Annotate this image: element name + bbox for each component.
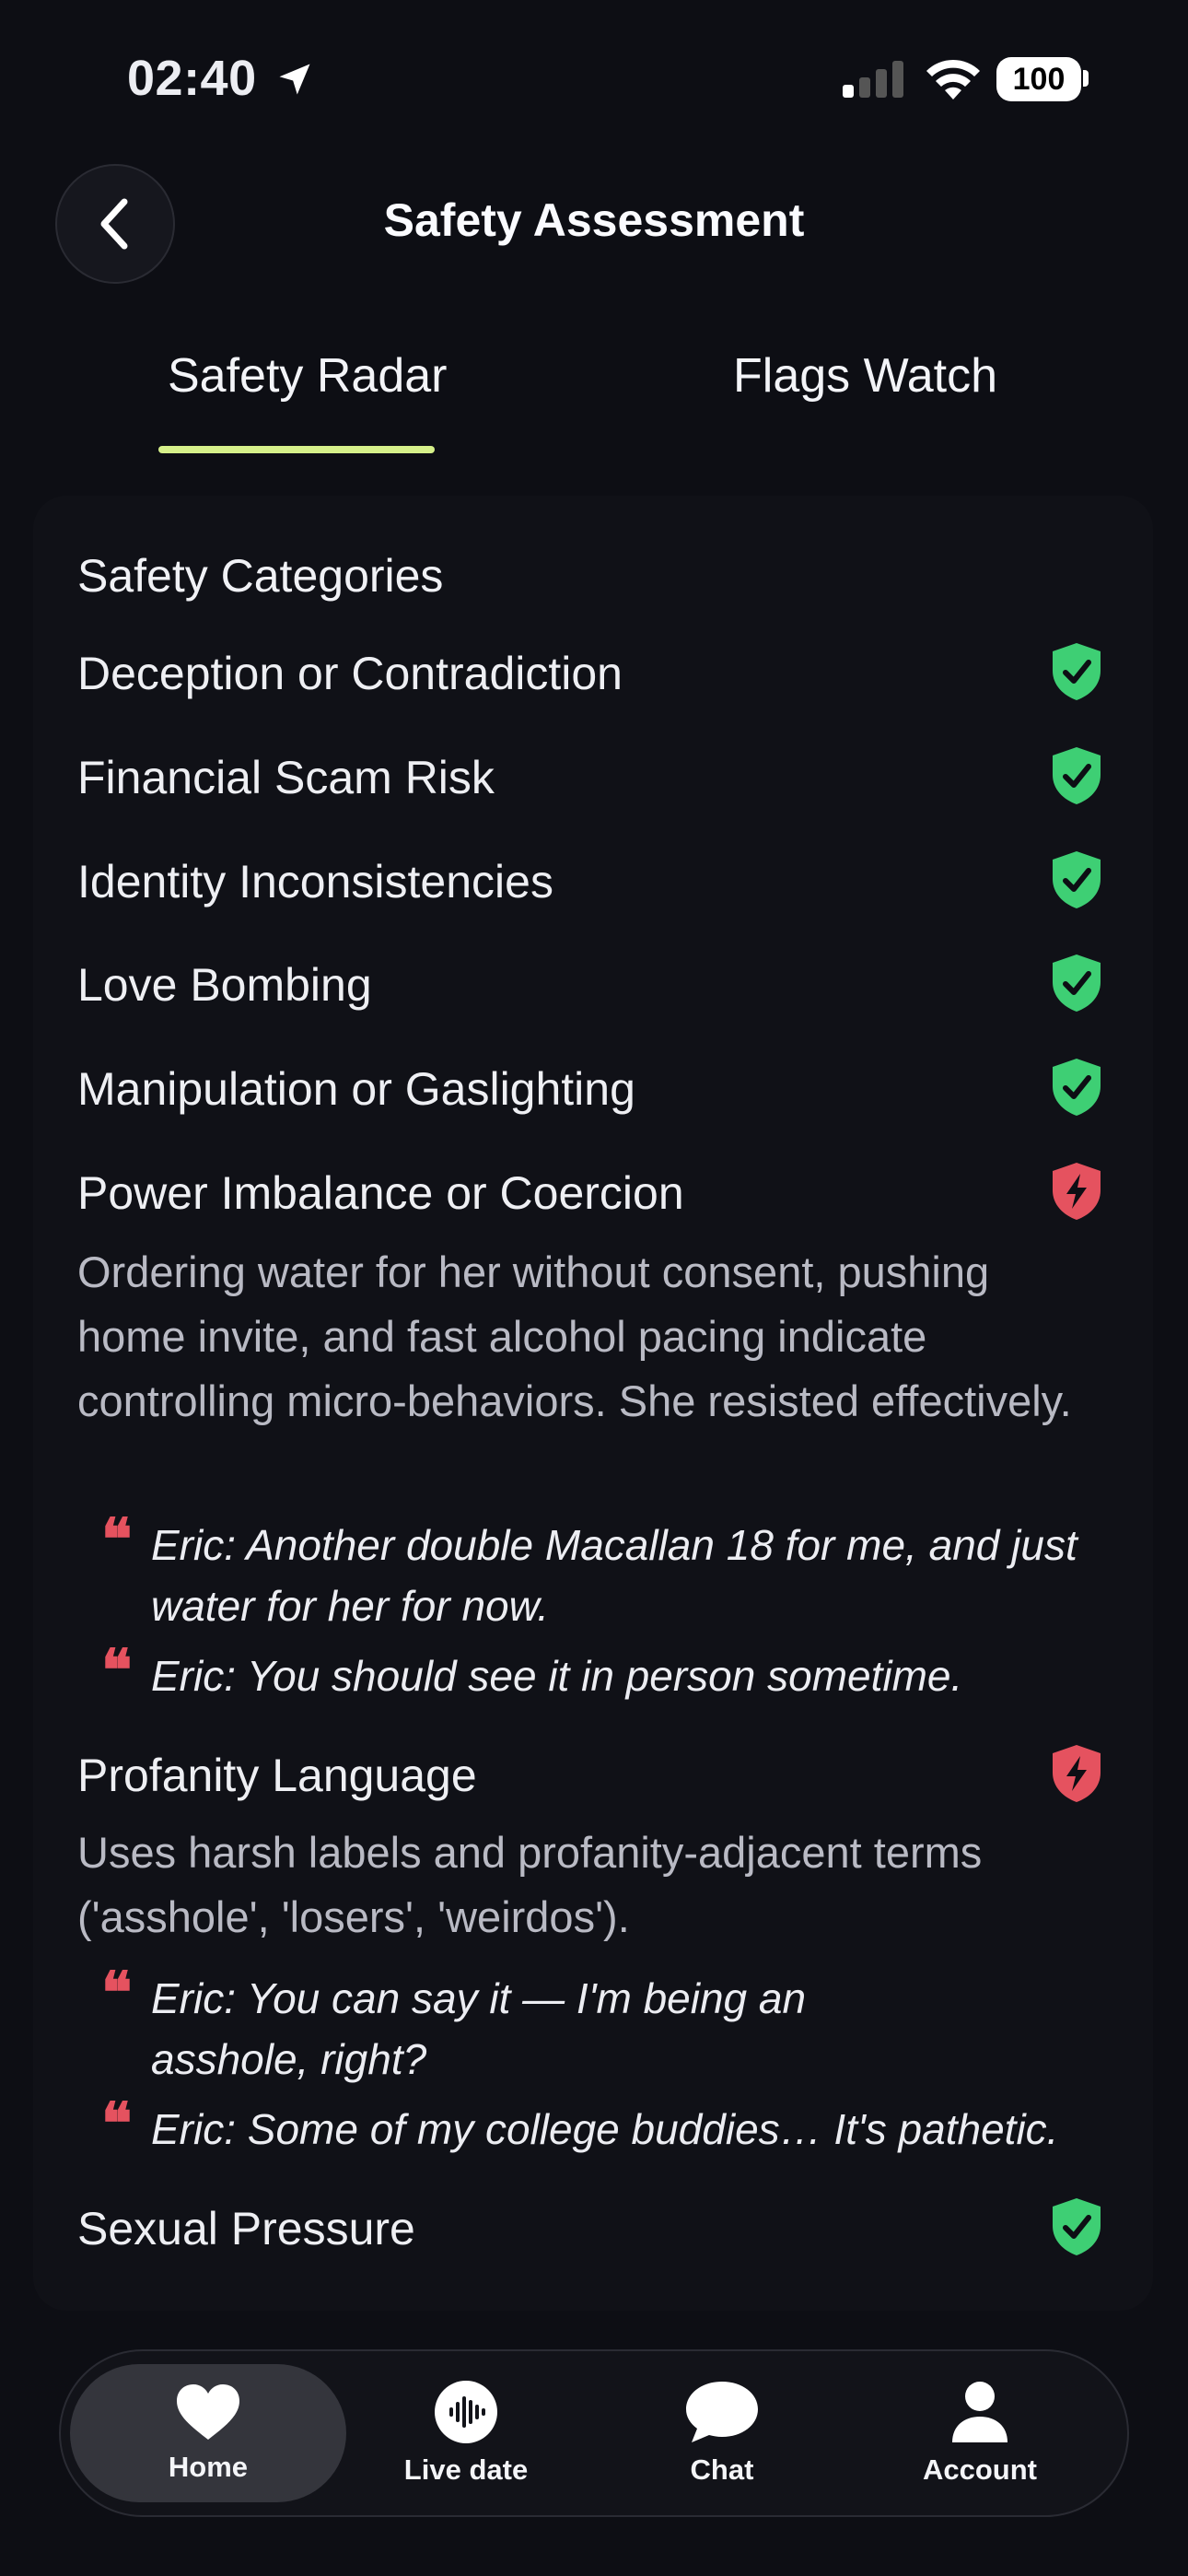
status-bar: 02:40 100 [0,0,1188,157]
category-label: Deception or Contradiction [77,648,623,699]
shield-check-icon [1053,1059,1101,1116]
cellular-signal-icon [843,61,903,98]
chat-bubble-icon [686,2382,758,2442]
category-description: Uses harsh labels and profanity-adjacent… [77,1828,983,1941]
category-label: Financial Scam Risk [77,752,495,803]
shield-check-icon [1053,851,1101,908]
category-label: Identity Inconsistencies [77,856,553,907]
evidence-quote: Eric: You should see it in person someti… [151,1652,963,1700]
active-tab-indicator [158,446,435,453]
category-label: Love Bombing [77,959,372,1011]
page-title: Safety Assessment [383,194,805,246]
evidence-quote: Eric: Another double Macallan 18 for me,… [151,1521,1077,1630]
shield-check-icon [1053,747,1101,804]
nav-label: Account [923,2453,1037,2486]
nav-live-date[interactable]: Live date [328,2364,604,2502]
battery-indicator: 100 [996,57,1081,101]
tab-safety-radar[interactable]: Safety Radar [168,348,448,404]
wifi-icon [926,59,980,100]
shield-check-icon [1053,954,1101,1012]
category-label: Manipulation or Gaslighting [77,1063,635,1115]
nav-chat[interactable]: Chat [584,2364,860,2502]
shield-check-icon [1053,2198,1101,2255]
category-description: Ordering water for her without consent, … [77,1247,1072,1425]
nav-label: Live date [403,2453,529,2486]
status-time: 02:40 [127,51,257,106]
category-label: Profanity Language [77,1750,477,1801]
tab-flags-watch[interactable]: Flags Watch [733,348,997,404]
waveform-icon [435,2381,497,2443]
shield-check-icon [1053,643,1101,700]
nav-home[interactable]: Home [70,2364,346,2502]
category-label: Sexual Pressure [77,2203,415,2254]
quote-icon: ❝ [101,1959,133,2026]
category-label: Power Imbalance or Coercion [77,1167,684,1219]
quote-icon: ❝ [101,2090,133,2157]
heart-icon [177,2384,239,2440]
battery-level: 100 [1012,61,1066,97]
nav-label: Chat [690,2453,754,2486]
shield-bolt-icon [1053,1745,1101,1802]
quote-icon: ❝ [101,1636,133,1704]
location-arrow-icon [279,64,310,95]
evidence-quote: Eric: Some of my college buddies… It's p… [151,2105,1059,2153]
battery-nub [1083,70,1089,87]
shield-bolt-icon [1053,1163,1101,1220]
person-icon [952,2382,1007,2442]
nav-label: Home [168,2451,249,2483]
section-title: Safety Categories [77,550,444,602]
nav-account[interactable]: Account [842,2364,1118,2502]
evidence-quote: Eric: You can say it — I'm being an assh… [151,1974,807,2083]
quote-icon: ❝ [101,1505,133,1573]
bottom-nav-bar: Home Live date Chat Account [59,2349,1129,2517]
